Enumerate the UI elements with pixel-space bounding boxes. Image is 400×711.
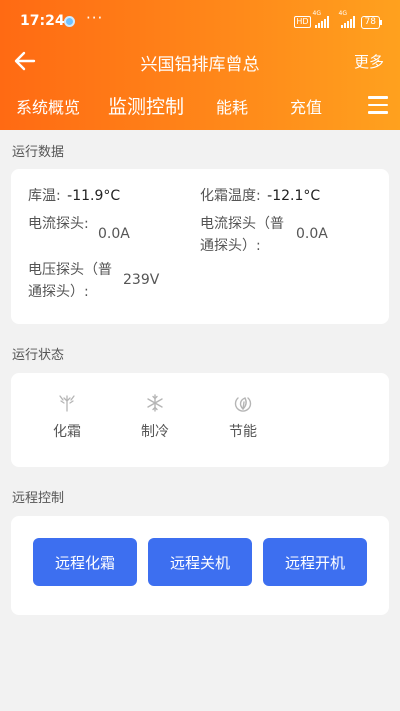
tab-overview[interactable]: 系统概览 [16,94,80,118]
store-temp-item: 库温: -11.9°C [28,185,120,207]
state-energy-saving: 节能 [223,393,263,441]
run-state-section-title: 运行状态 [12,348,65,363]
run-state-card: 化霜 制冷 节能 [11,373,389,467]
more-button[interactable]: 更多 [354,51,384,72]
state-energy-saving-label: 节能 [229,424,257,440]
run-data-card: 库温: -11.9°C 化霜温度: -12.1°C 电流探头: 0.0A 电流探… [11,169,389,324]
signal-icon: 4G [313,10,329,28]
tab-monitor-control[interactable]: 监测控制 [108,92,184,119]
app-header: 17:24 ··· HD 4G 4G 78 兴国铝排库曾总 更多 系统概览 监测… [0,0,400,130]
page-title: 兴国铝排库曾总 [140,55,260,75]
state-cooling-label: 制冷 [141,424,169,440]
remote-startup-button[interactable]: 远程开机 [263,538,367,586]
remote-control-card: 远程化霜 远程关机 远程开机 [11,516,389,615]
status-time: 17:24 [20,13,65,29]
store-temp-value: -11.9°C [67,188,121,204]
tab-bar: 系统概览 监测控制 能耗 充值 [0,86,400,126]
current-probe-normal-value: 0.0A [296,226,328,242]
status-more-indicator: ··· [86,9,104,27]
voltage-probe-label: 电压探头（普 通探头）: [28,259,112,303]
state-cooling: 制冷 [135,393,175,441]
remote-shutdown-button[interactable]: 远程关机 [148,538,252,586]
status-bar: 17:24 ··· HD 4G 4G 78 [0,0,400,44]
state-defrost-label: 化霜 [53,424,81,440]
defrost-temp-item: 化霜温度: -12.1°C [200,185,320,207]
defrost-icon [59,395,75,412]
voltage-probe-label-line2: 通探头）: [28,284,89,300]
run-data-section-title: 运行数据 [12,145,65,160]
current-probe-normal-label: 电流探头（普 通探头）: [200,213,284,257]
hd-badge: HD [294,16,311,28]
store-temp-label: 库温: [28,188,61,204]
voltage-probe-label-line1: 电压探头（普 [28,262,112,278]
network-type-label: 4G [312,10,322,17]
title-bar: 兴国铝排库曾总 更多 [0,44,400,80]
remote-defrost-button[interactable]: 远程化霜 [33,538,137,586]
current-probe-label: 电流探头: [28,216,89,232]
snowflake-icon [147,394,163,412]
current-probe-value: 0.0A [98,226,130,242]
remote-control-section-title: 远程控制 [12,491,65,506]
notification-icon [64,16,75,27]
network-type-label-2: 4G [338,10,348,17]
state-defrost: 化霜 [47,393,87,441]
leaf-icon [234,397,252,412]
tab-energy[interactable]: 能耗 [216,94,248,118]
defrost-temp-value: -12.1°C [267,188,321,204]
signal-icon-2: 4G [339,10,355,28]
current-probe-normal-label-line2: 通探头）: [200,238,261,254]
current-probe-normal-label-line1: 电流探头（普 [200,216,284,232]
defrost-temp-label: 化霜温度: [200,188,261,204]
voltage-probe-value: 239V [123,272,160,288]
hamburger-menu-icon[interactable] [368,96,388,116]
battery-icon: 78 [360,15,383,29]
tab-recharge[interactable]: 充值 [290,94,322,118]
status-icons: HD 4G 4G 78 [294,10,383,31]
